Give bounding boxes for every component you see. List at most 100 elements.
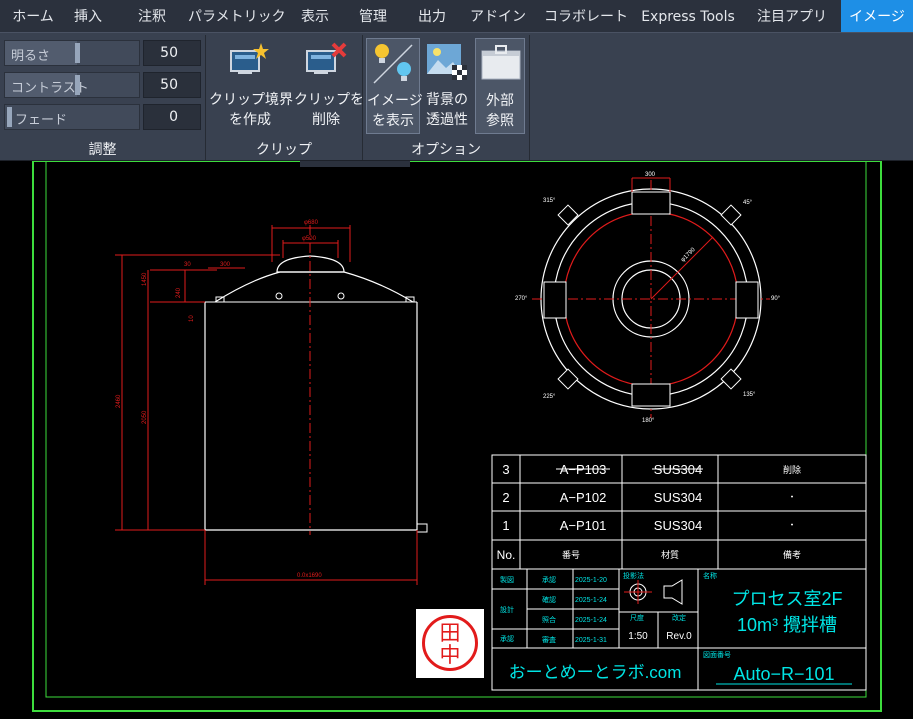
tab-manage[interactable]: 管理 — [350, 0, 396, 32]
fade-slider[interactable]: フェード — [4, 104, 140, 130]
parts-row-1-note: ・ — [787, 520, 796, 530]
company-name: おーとめーとラボ.com — [509, 663, 682, 682]
parts-row-3-no: 3 — [502, 462, 509, 477]
role-sub-3: 審査 — [542, 635, 556, 644]
stamp-char-bottom: 中 — [439, 643, 461, 667]
scale-value: 1:50 — [628, 631, 648, 642]
fade-label: フェード — [15, 113, 68, 128]
contrast-label: コントラスト — [11, 81, 89, 96]
tank-dimensions — [115, 225, 418, 585]
delete-clip-label-2: 削除 — [312, 112, 340, 128]
tab-insert[interactable]: 挿入 — [64, 0, 112, 32]
parts-row-3-note: 削除 — [783, 464, 801, 475]
adjust-panel-title: 調整 — [88, 142, 117, 158]
contrast-slider[interactable]: コントラスト — [4, 72, 140, 98]
tab-view[interactable]: 表示 — [292, 0, 338, 32]
parts-row-1-no: 1 — [502, 518, 509, 533]
tank-elevation-view: φ680 φ500 30 300 1450 240 10 2460 2050 0… — [115, 220, 428, 585]
scale-label: 尺度 — [630, 613, 644, 622]
tab-parametric[interactable]: パラメトリック — [188, 0, 286, 32]
parts-row-2-material: SUS304 — [654, 490, 702, 505]
role-sub-0: 承認 — [542, 575, 556, 584]
nozzle — [337, 292, 345, 300]
show-image-button[interactable]: イメージ を表示 — [366, 38, 423, 134]
dim-h2: 240 — [176, 287, 182, 298]
brightness-label: 明るさ — [11, 49, 51, 64]
brightness-value[interactable]: 50 — [143, 40, 201, 66]
dim-height-body: 2050 — [142, 410, 148, 424]
tank-roof — [214, 271, 414, 303]
projection-method-icon — [624, 579, 683, 605]
panel-divider — [529, 35, 530, 160]
show-image-label-1: イメージ — [367, 93, 423, 109]
fade-value[interactable]: 0 — [143, 104, 201, 130]
plan-angle-b: 180° — [642, 418, 655, 424]
scroll-handle[interactable] — [300, 161, 410, 167]
create-clip-button[interactable]: クリップ境界 を作成 — [209, 39, 293, 133]
external-reference-label-2: 参照 — [486, 113, 514, 129]
drawing-title-line-1: プロセス室2F — [731, 589, 842, 609]
tab-home[interactable]: ホーム — [4, 0, 62, 32]
parts-row-3-material: SUS304 — [654, 462, 702, 477]
fade-slider-knob[interactable] — [7, 107, 12, 127]
tab-featured-apps[interactable]: 注目アプリ — [752, 0, 832, 32]
dim-top-inner: φ500 — [302, 236, 317, 242]
role-sub-2: 照合 — [542, 615, 556, 624]
brightness-slider-knob[interactable] — [75, 43, 80, 63]
role-designer: 設計 — [500, 605, 514, 614]
delete-clip-label-1: クリップを — [294, 92, 364, 108]
transparency-icon — [427, 44, 467, 80]
dim-h1: 1450 — [142, 272, 148, 286]
dim-h3: 10 — [189, 315, 195, 322]
tab-image[interactable]: イメージ — [841, 0, 913, 32]
brightness-slider[interactable]: 明るさ — [4, 40, 140, 66]
external-reference-icon — [481, 45, 521, 80]
parts-row-1-code: A−P101 — [560, 518, 607, 533]
delete-clip-icon — [306, 42, 347, 74]
drawing-title-line-2: 10m³ 攪拌槽 — [737, 615, 837, 635]
role-date-0: 2025-1-20 — [575, 577, 607, 584]
parts-row-2-no: 2 — [502, 490, 509, 505]
stamp-seal: 田 中 — [422, 615, 478, 671]
create-clip-label-2: を作成 — [229, 112, 271, 128]
rev-label: 改定 — [672, 613, 686, 622]
options-panel-title: オプション — [411, 142, 481, 158]
plan-angle-br: 135° — [743, 392, 756, 398]
parts-table: 3 A−P103 SUS304 削除 2 A−P102 SUS304 ・ 1 A… — [491, 454, 867, 570]
external-reference-button[interactable]: 外部 参照 — [475, 38, 525, 134]
ribbon-panel-area: 明るさ 50 コントラスト 50 フェード 0 調整 クリップ境界 を作成 クリ… — [0, 32, 913, 161]
role-approver: 承認 — [500, 634, 514, 643]
role-date-3: 2025-1-31 — [575, 637, 607, 644]
tab-output[interactable]: 出力 — [409, 0, 455, 32]
delete-clip-button[interactable]: クリップを 削除 — [294, 39, 364, 133]
show-image-label-2: を表示 — [372, 113, 414, 129]
parts-row-2-note: ・ — [787, 492, 796, 502]
transparency-label-1: 背景の — [426, 92, 468, 108]
parts-header-code: 番号 — [562, 549, 580, 560]
plan-angle-bl: 225° — [543, 394, 556, 400]
tab-express-tools[interactable]: Express Tools — [636, 0, 740, 32]
nozzle — [275, 292, 283, 300]
role-drafter: 製図 — [500, 575, 514, 584]
name-label: 名称 — [703, 571, 717, 580]
drain-nozzle — [416, 523, 428, 533]
transparency-label-2: 透過性 — [426, 112, 468, 128]
parts-header-note: 備考 — [783, 549, 801, 560]
plan-angle-l: 270° — [515, 296, 528, 302]
plan-angle-r: 90° — [771, 296, 781, 302]
plan-angle-tr: 45° — [743, 200, 753, 206]
drawing-number: Auto−R−101 — [733, 664, 834, 684]
tab-addins[interactable]: アドイン — [467, 0, 529, 32]
role-sub-1: 確認 — [542, 595, 556, 604]
method-label: 投影法 — [623, 571, 644, 580]
tab-annotate[interactable]: 注釈 — [128, 0, 176, 32]
create-clip-label-1: クリップ境界 — [209, 92, 293, 108]
contrast-value[interactable]: 50 — [143, 72, 201, 98]
tab-collaborate[interactable]: コラボレート — [540, 0, 632, 32]
tank-dim-texts: φ680 φ500 30 300 1450 240 10 2460 2050 0… — [116, 220, 322, 579]
role-date-1: 2025-1-24 — [575, 597, 607, 604]
rev-value: Rev.0 — [666, 631, 692, 642]
background-transparency-button[interactable]: 背景の 透過性 — [422, 38, 472, 134]
dim-offset-2: 300 — [220, 262, 231, 268]
drawing-no-label: 図面番号 — [703, 651, 731, 659]
